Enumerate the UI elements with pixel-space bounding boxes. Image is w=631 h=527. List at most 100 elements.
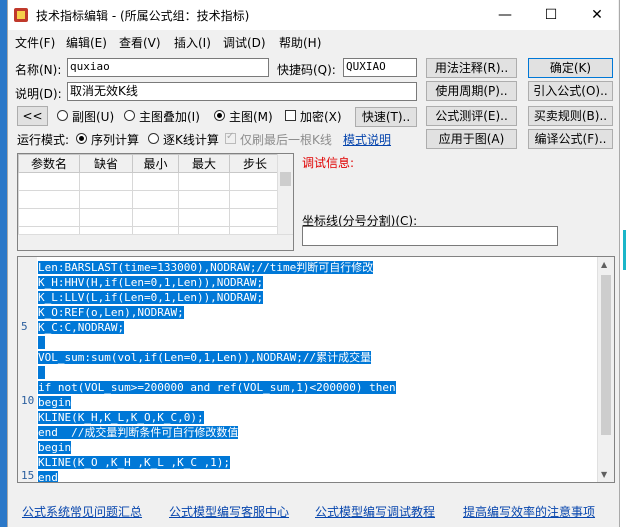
footer-link-service[interactable]: 公式模型编写客服中心 [169,503,289,520]
table-row[interactable] [18,208,281,227]
selected-code-text: KLINE(K_H,K_L,K_O,K_C,0); [38,411,204,424]
selected-code-text: VOL_sum:sum(vol,if(Len=0,1,Len)),NODRAW;… [38,351,372,364]
trade-rules-button[interactable]: 买卖规则(B).. [528,106,613,126]
footer-link-efficiency[interactable]: 提高编写效率的注意事项 [463,503,595,520]
selected-code-text: K_C:C,NODRAW; [38,321,125,334]
code-editor[interactable]: 5 10 15 Len:BARSLAST(time=133000),NODRAW… [17,256,615,483]
footer-link-tutorial[interactable]: 公式模型编写调试教程 [315,503,435,520]
last-bar-label: 仅刷最后一根K线 [240,133,332,147]
coord-lines-input[interactable] [302,226,558,246]
app-icon [14,8,28,22]
radio-sub-chart[interactable] [57,110,68,121]
debug-info-title: 调试信息: [302,156,355,170]
prev-button[interactable]: << [17,106,48,126]
column-header[interactable]: 最小 [132,154,179,173]
code-line[interactable]: KLINE(K_H,K_L,K_O,K_C,0); [38,410,204,425]
footer-link-faq[interactable]: 公式系统常见问题汇总 [22,503,142,520]
selected-code-text: end [38,471,58,483]
menu-bar: 文件(F) 编辑(E) 查看(V) 插入(I) 调试(D) 帮助(H) [8,30,618,52]
line-number: 15 [21,469,35,482]
selected-code-text: K_O:REF(o,Len),NODRAW; [38,306,184,319]
code-line[interactable]: end [38,470,58,483]
line-number: 5 [21,320,28,333]
menu-view[interactable]: 查看(V) [119,34,161,51]
shortcut-label: 快捷码(Q): [277,63,336,77]
mode-help-link[interactable]: 模式说明 [343,131,391,148]
editor-vertical-scrollbar[interactable]: ▲ ▼ [597,257,614,482]
name-input[interactable]: quxiao [67,58,269,77]
run-mode-label: 运行模式: [17,133,70,147]
column-header[interactable]: 缺省 [79,154,133,173]
menu-insert[interactable]: 插入(I) [174,34,211,51]
scroll-up-arrow[interactable]: ▲ [601,260,607,269]
selected-code-text [38,336,45,349]
code-line[interactable]: K_C:C,NODRAW; [38,320,125,335]
radio-sequence-label: 序列计算 [91,133,140,147]
selected-code-text: Len:BARSLAST(time=133000),NODRAW;//time判… [38,261,374,274]
scroll-down-arrow[interactable]: ▼ [601,470,607,479]
code-line[interactable] [38,335,45,350]
code-line[interactable]: if not(VOL_sum>=200000 and ref(VOL_sum,1… [38,380,396,395]
minimize-button[interactable]: — [482,0,528,30]
code-line[interactable]: K_L:LLV(L,if(Len=0,1,Len)),NODRAW; [38,290,264,305]
code-line[interactable]: K_H:HHV(H,if(Len=0,1,Len)),NODRAW; [38,275,264,290]
period-button[interactable]: 使用周期(P).. [426,81,517,101]
scroll-thumb[interactable] [601,275,611,435]
parameter-table[interactable]: 参数名 缺省 最小 最大 步长 [17,153,294,251]
radio-by-bar-label: 逐K线计算 [163,133,219,147]
formula-test-button[interactable]: 公式测评(E).. [426,106,517,126]
radio-main-chart[interactable] [214,110,225,121]
import-formula-button[interactable]: 引入公式(O).. [528,81,613,101]
description-label: 说明(D): [15,87,62,101]
description-input[interactable]: 取消无效K线 [67,82,417,101]
table-row[interactable] [18,172,281,191]
selected-code-text: begin [38,441,72,454]
encrypt-checkbox[interactable] [285,110,296,121]
confirm-button[interactable]: 确定(K) [528,58,613,78]
radio-sub-chart-label: 副图(U) [72,110,115,124]
selected-code-text: begin [38,396,72,409]
radio-main-overlay[interactable] [124,110,135,121]
code-line[interactable]: Len:BARSLAST(time=133000),NODRAW;//time判… [38,260,374,275]
selected-code-text: K_H:HHV(H,if(Len=0,1,Len)),NODRAW; [38,276,264,289]
code-line[interactable]: end //成交量判断条件可自行修改数值 [38,425,239,440]
column-header[interactable]: 步长 [229,154,281,173]
selected-code-text: K_L:LLV(L,if(Len=0,1,Len)),NODRAW; [38,291,264,304]
table-row[interactable] [18,190,281,209]
line-number-gutter [18,257,37,482]
radio-main-overlay-label: 主图叠加(I) [139,110,200,124]
close-button[interactable]: ✕ [574,0,620,30]
last-bar-checkbox[interactable] [225,131,236,144]
radio-by-bar[interactable] [148,133,159,144]
radio-sequence[interactable] [76,133,87,144]
code-line[interactable]: KLINE(K_O ,K_H ,K_L ,K_C ,1); [38,455,231,470]
encrypt-label: 加密(X) [300,110,342,124]
selected-code-text [38,366,45,379]
menu-file[interactable]: 文件(F) [15,34,55,51]
code-line[interactable]: begin [38,440,72,455]
menu-help[interactable]: 帮助(H) [279,34,321,51]
compile-formula-button[interactable]: 编译公式(F).. [528,129,613,149]
maximize-button[interactable]: ☐ [528,0,574,30]
title-bar: 技术指标编辑 - (所属公式组：技术指标) — ☐ ✕ [8,0,618,30]
selected-code-text: if not(VOL_sum>=200000 and ref(VOL_sum,1… [38,381,396,394]
radio-main-chart-label: 主图(M) [229,110,273,124]
code-line[interactable]: begin [38,395,72,410]
window-title: 技术指标编辑 - (所属公式组：技术指标) [36,9,250,23]
name-label: 名称(N): [15,63,62,77]
column-header[interactable]: 参数名 [18,154,80,173]
line-number: 10 [21,394,35,407]
quick-button[interactable]: 快速(T).. [355,107,417,127]
code-line[interactable] [38,365,45,380]
usage-notes-button[interactable]: 用法注释(R).. [426,58,517,78]
menu-edit[interactable]: 编辑(E) [66,34,107,51]
menu-debug[interactable]: 调试(D) [223,34,266,51]
table-vertical-scrollbar[interactable] [277,154,293,236]
apply-to-chart-button[interactable]: 应用于图(A) [426,129,517,149]
code-line[interactable]: VOL_sum:sum(vol,if(Len=0,1,Len)),NODRAW;… [38,350,372,365]
shortcut-input[interactable]: QUXIAO [343,58,417,77]
background-window-edge [0,0,7,527]
column-header[interactable]: 最大 [178,154,230,173]
table-horizontal-scrollbar[interactable] [18,234,293,250]
code-line[interactable]: K_O:REF(o,Len),NODRAW; [38,305,184,320]
